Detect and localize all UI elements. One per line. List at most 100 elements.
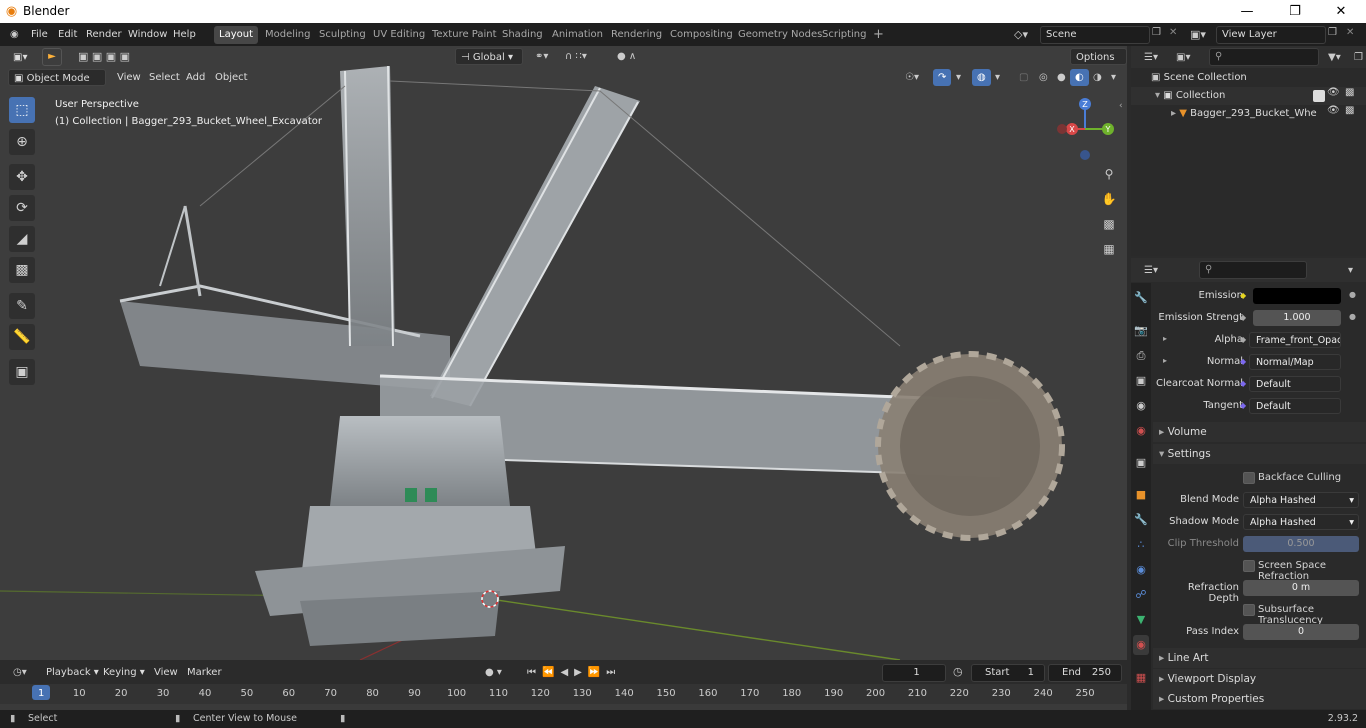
timeline-menu-marker[interactable]: Marker <box>182 664 227 681</box>
auto-keying-icon[interactable]: ● ▾ <box>480 664 507 681</box>
preview-range-icon[interactable]: ◷ <box>953 665 963 678</box>
data-tab-icon[interactable]: ▼ <box>1133 610 1149 630</box>
strength-keyframe-icon[interactable]: ● <box>1349 312 1356 321</box>
collection-render-icon[interactable]: ▩ <box>1345 87 1354 98</box>
add-workspace-icon[interactable]: + <box>868 26 889 44</box>
tab-modeling[interactable]: Modeling <box>260 26 316 44</box>
viewport-menu-object[interactable]: Object <box>210 69 253 86</box>
playback-controls[interactable]: ⏮⏪◀▶⏩⏭ <box>522 664 626 681</box>
clearcoat-socket-icon[interactable]: ◆ <box>1240 379 1246 388</box>
scene-icon[interactable]: ◇▾ <box>1014 26 1038 44</box>
tab-sculpting[interactable]: Sculpting <box>314 26 371 44</box>
collection-visibility-icon[interactable]: 👁 <box>1327 87 1340 98</box>
zoom-view-icon[interactable]: ⚲ <box>1098 163 1120 185</box>
view-layer-field[interactable]: View Layer <box>1216 26 1326 44</box>
world-tab-icon[interactable]: ◉ <box>1133 421 1149 441</box>
mode-select[interactable]: ▣ Object Mode <box>8 69 106 86</box>
texture-tab-icon[interactable]: ▦ <box>1133 668 1149 688</box>
end-frame-field[interactable]: End 250 <box>1048 664 1122 682</box>
blend-mode-select[interactable]: Alpha Hashed ▾ <box>1243 492 1359 508</box>
properties-options-icon[interactable]: ▾ <box>1343 262 1358 279</box>
view-layer-tab-icon[interactable]: ▣ <box>1133 371 1149 391</box>
particles-tab-icon[interactable]: ∴ <box>1133 535 1149 555</box>
editor-type-icon[interactable]: ▣▾ <box>8 49 32 66</box>
3d-viewport[interactable]: ▣▾ ► ▣ ▣ ▣ ▣ ⊣ Global ▾ ⚭▾ ∩ ∷▾ ● ∧ Opti… <box>0 46 1127 660</box>
delete-view-layer-icon[interactable]: ✕ <box>1346 27 1358 43</box>
alpha-field[interactable]: Frame_front_Opacit... <box>1249 332 1341 348</box>
close-icon[interactable]: ✕ <box>1318 2 1364 21</box>
wireframe-shading-icon[interactable]: ◎ <box>1034 69 1053 86</box>
pan-view-icon[interactable]: ✋ <box>1098 188 1120 210</box>
tool-add-cube-icon[interactable]: ▣ <box>9 359 35 385</box>
shading-dropdown-icon[interactable]: ▾ <box>1106 69 1121 86</box>
pass-index-field[interactable]: 0 <box>1243 624 1359 640</box>
navigation-gizmo[interactable]: Z X Y <box>1050 96 1120 166</box>
tab-shading[interactable]: Shading <box>497 26 548 44</box>
backface-culling-checkbox[interactable] <box>1243 472 1255 484</box>
timeline-menu-playback[interactable]: Playback ▾ <box>41 664 104 681</box>
properties-editor-type-icon[interactable]: ☰▾ <box>1139 262 1163 279</box>
timeline-editor-type-icon[interactable]: ◷▾ <box>8 664 32 681</box>
shadow-mode-select[interactable]: Alpha Hashed ▾ <box>1243 514 1359 530</box>
strength-socket-icon[interactable]: ◆ <box>1240 313 1246 322</box>
tab-geometry-nodes[interactable]: Geometry Nodes <box>733 26 827 44</box>
emission-keyframe-icon[interactable]: ● <box>1349 290 1356 299</box>
tab-texture-paint[interactable]: Texture Paint <box>427 26 502 44</box>
outliner-editor-type-icon[interactable]: ☰▾ <box>1139 49 1163 66</box>
tool-move-icon[interactable]: ✥ <box>9 164 35 190</box>
custom-properties-section-header[interactable]: ▸ Custom Properties <box>1153 689 1366 709</box>
tab-scripting[interactable]: Scripting <box>817 26 871 44</box>
timeline-menu-view[interactable]: View <box>149 664 183 681</box>
sss-checkbox[interactable] <box>1243 604 1255 616</box>
scene-name-field[interactable]: Scene <box>1040 26 1150 44</box>
tab-uv-editing[interactable]: UV Editing <box>368 26 430 44</box>
constraints-tab-icon[interactable]: ☍ <box>1133 585 1149 605</box>
tangent-field[interactable]: Default <box>1249 398 1341 414</box>
blender-menu-icon[interactable]: ◉ <box>4 23 25 46</box>
object-visibility-icon[interactable]: 👁 <box>1327 105 1340 116</box>
xray-icon[interactable]: ▢ <box>1014 69 1033 86</box>
normal-socket-icon[interactable]: ◆ <box>1240 357 1246 366</box>
output-tab-icon[interactable]: ⎙ <box>1133 346 1149 366</box>
maximize-icon[interactable]: ❐ <box>1272 2 1318 21</box>
new-view-layer-icon[interactable]: ❐ <box>1328 27 1342 43</box>
refraction-depth-field[interactable]: 0 m <box>1243 580 1359 596</box>
snapping-icon[interactable]: ∩ ∷▾ <box>560 48 592 65</box>
tab-rendering[interactable]: Rendering <box>606 26 667 44</box>
settings-section-header[interactable]: ▾ Settings <box>1153 444 1366 464</box>
tool-measure-icon[interactable]: 📏 <box>9 324 35 350</box>
solid-shading-icon[interactable]: ● <box>1052 69 1071 86</box>
viewport-menu-view[interactable]: View <box>112 69 146 86</box>
ssr-checkbox[interactable] <box>1243 560 1255 572</box>
collection-exclude-checkbox[interactable] <box>1313 90 1325 102</box>
filter-icon[interactable]: ▼▾ <box>1323 49 1346 66</box>
tab-layout[interactable]: Layout <box>214 26 258 44</box>
clip-threshold-field[interactable]: 0.500 <box>1243 536 1359 552</box>
tab-animation[interactable]: Animation <box>547 26 608 44</box>
viewport-display-section-header[interactable]: ▸ Viewport Display <box>1153 669 1366 689</box>
gizmo-neg-x-axis[interactable] <box>1057 124 1067 134</box>
tool-rotate-icon[interactable]: ⟳ <box>9 195 35 221</box>
viewport-menu-add[interactable]: Add <box>181 69 210 86</box>
menu-window[interactable]: Window <box>122 23 173 46</box>
perspective-toggle-icon[interactable]: ▦ <box>1098 238 1120 260</box>
menu-edit[interactable]: Edit <box>52 23 83 46</box>
outliner-search-input[interactable]: ⚲ <box>1209 48 1319 66</box>
visibility-icon[interactable]: ☉▾ <box>900 69 924 86</box>
rendered-shading-icon[interactable]: ◑ <box>1088 69 1107 86</box>
menu-file[interactable]: File <box>25 23 54 46</box>
emission-strength-field[interactable]: 1.000 <box>1253 310 1341 326</box>
new-collection-icon[interactable]: ❐ <box>1349 49 1366 66</box>
pivot-point-icon[interactable]: ⚭▾ <box>530 48 553 65</box>
render-tab-icon[interactable]: 📷 <box>1133 321 1149 341</box>
new-scene-icon[interactable]: ❐ <box>1152 27 1166 43</box>
clearcoat-normal-field[interactable]: Default <box>1249 376 1341 392</box>
timeline-menu-keying[interactable]: Keying ▾ <box>98 664 150 681</box>
sidebar-toggle-icon[interactable]: ‹ <box>1119 101 1123 111</box>
proportional-editing-icon[interactable]: ● ∧ <box>612 48 641 65</box>
gizmo-toggle-icon[interactable]: ↷ <box>933 69 952 86</box>
tool-select-box-icon[interactable]: ⬚ <box>9 97 35 123</box>
tangent-socket-icon[interactable]: ◆ <box>1240 401 1246 410</box>
options-dropdown[interactable]: Options ▾ <box>1070 48 1127 80</box>
material-preview-icon[interactable]: ◐ <box>1070 69 1089 86</box>
